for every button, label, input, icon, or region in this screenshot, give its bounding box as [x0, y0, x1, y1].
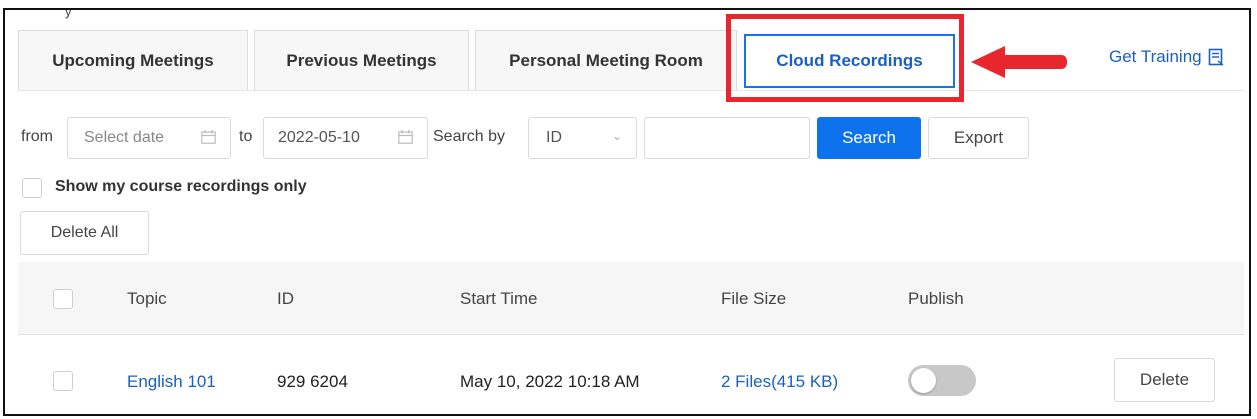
to-date-value: 2022-05-10	[278, 129, 360, 146]
highlight-box	[726, 14, 964, 102]
from-date-placeholder: Select date	[84, 129, 165, 146]
course-only-label: Show my course recordings only	[55, 178, 307, 195]
delete-button[interactable]: Delete	[1114, 358, 1215, 402]
toggle-knob	[911, 368, 936, 393]
recording-topic-link[interactable]: English 101	[127, 372, 216, 392]
to-label: to	[239, 128, 253, 145]
tab-upcoming-meetings[interactable]: Upcoming Meetings	[18, 30, 248, 90]
recordings-panel: y Upcoming Meetings Previous Meetings Pe…	[3, 8, 1251, 416]
search-button[interactable]: Search	[817, 117, 921, 159]
search-input[interactable]	[644, 117, 810, 159]
calendar-icon	[201, 130, 216, 144]
book-icon	[1208, 48, 1224, 66]
to-date-picker[interactable]: 2022-05-10	[263, 117, 428, 159]
tab-personal-meeting-room[interactable]: Personal Meeting Room	[475, 30, 737, 90]
calendar-icon	[398, 130, 413, 144]
column-header-topic: Topic	[127, 289, 167, 308]
row-checkbox[interactable]	[53, 371, 73, 391]
column-header-file-size: File Size	[721, 289, 787, 308]
column-header-start-time: Start Time	[460, 289, 538, 308]
recording-files-link[interactable]: 2 Files(415 KB)	[721, 372, 838, 392]
from-label: from	[21, 128, 53, 145]
publish-toggle[interactable]	[908, 365, 976, 396]
column-header-publish: Publish	[908, 289, 964, 308]
select-all-checkbox[interactable]	[53, 289, 73, 309]
chevron-down-icon: ⌄	[611, 129, 622, 143]
export-button[interactable]: Export	[928, 117, 1029, 159]
recording-id: 929 6204	[277, 372, 348, 391]
recording-start-time: May 10, 2022 10:18 AM	[460, 372, 640, 391]
course-only-checkbox[interactable]	[22, 178, 42, 198]
tab-previous-meetings[interactable]: Previous Meetings	[254, 30, 469, 90]
header-partial-text: y	[65, 8, 72, 19]
search-by-label: Search by	[433, 128, 506, 145]
table-header	[18, 262, 1244, 335]
get-training-label: Get Training	[1109, 47, 1202, 66]
column-header-id: ID	[277, 289, 294, 308]
from-date-picker[interactable]: Select date	[67, 117, 231, 159]
get-training-link[interactable]: Get Training	[1109, 47, 1224, 67]
delete-all-button[interactable]: Delete All	[20, 211, 149, 255]
search-by-value: ID	[546, 129, 562, 146]
arrow-left-icon	[971, 46, 1067, 78]
search-by-select[interactable]: ID ⌄	[528, 117, 637, 159]
tabs-divider	[18, 90, 1244, 91]
